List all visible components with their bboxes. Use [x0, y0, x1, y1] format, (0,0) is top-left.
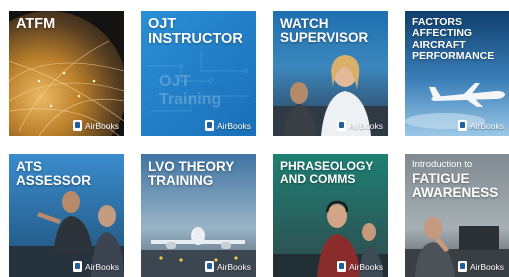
- course-title: WATCH SUPERVISOR: [280, 16, 369, 45]
- course-tile-ojt-instructor[interactable]: OJT Training OJT INSTRUCTOR AirBooks: [141, 11, 256, 136]
- brand-name: AirBooks: [216, 120, 251, 131]
- brand-name: AirBooks: [469, 120, 504, 131]
- course-title: FACTORS AFFECTING AIRCRAFT PERFORMANCE: [412, 16, 495, 62]
- airbooks-brand: AirBooks: [72, 120, 119, 131]
- course-title: ATS ASSESSOR: [16, 159, 92, 188]
- airbooks-logo-icon: [457, 120, 467, 131]
- course-title: PHRASEOLOGY AND COMMS: [280, 159, 374, 186]
- airbooks-brand: AirBooks: [204, 261, 251, 272]
- airbooks-logo-icon: [336, 120, 346, 131]
- airbooks-logo-icon: [204, 261, 214, 272]
- course-title: LVO THEORY TRAINING: [148, 159, 235, 188]
- airbooks-brand: AirBooks: [336, 261, 383, 272]
- brand-name: AirBooks: [469, 261, 504, 272]
- course-tile-lvo-theory-training[interactable]: LVO THEORY TRAINING AirBooks: [141, 154, 256, 277]
- course-tile-factors-aircraft-performance[interactable]: FACTORS AFFECTING AIRCRAFT PERFORMANCE A…: [405, 11, 509, 136]
- course-pretitle: Introduction to: [412, 159, 473, 170]
- brand-name: AirBooks: [348, 120, 383, 131]
- airbooks-brand: AirBooks: [336, 120, 383, 131]
- course-tile-phraseology-comms[interactable]: PHRASEOLOGY AND COMMS AirBooks: [273, 154, 388, 277]
- brand-name: AirBooks: [216, 261, 251, 272]
- ojt-watermark: OJT Training: [159, 73, 222, 108]
- course-title: FATIGUE AWARENESS: [412, 171, 499, 200]
- course-tile-atfm[interactable]: ATFM AirBooks: [9, 11, 124, 136]
- brand-name: AirBooks: [348, 261, 383, 272]
- course-tile-fatigue-awareness[interactable]: Introduction to FATIGUE AWARENESS AirBoo…: [405, 154, 509, 277]
- airbooks-brand: AirBooks: [457, 261, 504, 272]
- airbooks-logo-icon: [72, 261, 82, 272]
- airbooks-logo-icon: [72, 120, 82, 131]
- course-title: ATFM: [16, 16, 56, 32]
- airbooks-brand: AirBooks: [204, 120, 251, 131]
- brand-name: AirBooks: [84, 120, 119, 131]
- course-tile-ats-assessor[interactable]: ATS ASSESSOR AirBooks: [9, 154, 124, 277]
- course-tile-watch-supervisor[interactable]: WATCH SUPERVISOR AirBooks: [273, 11, 388, 136]
- airbooks-brand: AirBooks: [72, 261, 119, 272]
- airbooks-logo-icon: [336, 261, 346, 272]
- airbooks-brand: AirBooks: [457, 120, 504, 131]
- airbooks-logo-icon: [204, 120, 214, 131]
- airbooks-logo-icon: [457, 261, 467, 272]
- course-title: OJT INSTRUCTOR: [148, 16, 243, 47]
- brand-name: AirBooks: [84, 261, 119, 272]
